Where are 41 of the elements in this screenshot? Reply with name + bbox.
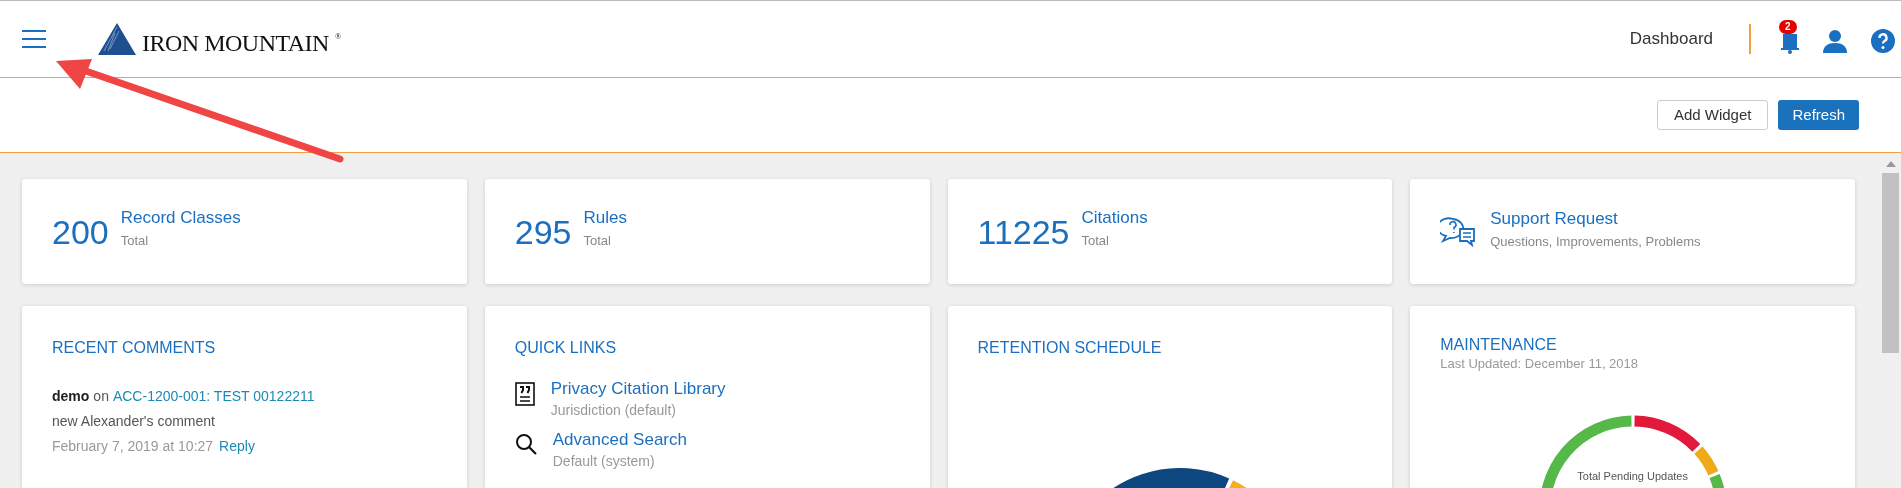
quote-document-icon	[514, 382, 535, 406]
quick-link[interactable]: Privacy Citation Library	[550, 378, 726, 400]
comment-connector: on	[93, 387, 109, 406]
quick-link-caption: Jurisdiction (default)	[550, 401, 678, 420]
quick-link[interactable]: Advanced Search	[552, 429, 687, 451]
stat-label: Record Classes	[120, 207, 241, 229]
stat-value: 11225	[977, 214, 1070, 249]
brand-name: IRON MOUNTAIN	[142, 31, 329, 55]
support-subtitle: Questions, Improvements, Problems	[1490, 232, 1701, 251]
stat-caption: Total	[583, 231, 612, 250]
comment-text: new Alexander's comment	[52, 412, 216, 431]
card-title: MAINTENANCE	[1440, 336, 1558, 354]
mountain-logo-icon	[98, 23, 136, 55]
stat-caption: Total	[1081, 231, 1110, 250]
support-title: Support Request	[1490, 208, 1619, 230]
stat-label: Citations	[1081, 207, 1148, 229]
add-widget-button[interactable]: Add Widget	[1656, 100, 1769, 130]
registered-mark: ®	[334, 31, 341, 43]
card-title: RETENTION SCHEDULE	[977, 338, 1163, 358]
reply-link[interactable]: Reply	[219, 436, 255, 457]
stat-value: 295	[514, 214, 572, 249]
support-card[interactable]: Support Request Questions, Improvements, Problems	[1410, 179, 1855, 284]
comment-author: demo	[52, 387, 90, 406]
menu-button[interactable]	[22, 30, 46, 48]
donut-center-label: Total Pending Updates	[1576, 468, 1689, 484]
dashboard-link[interactable]: Dashboard	[1629, 26, 1713, 52]
stat-value: 200	[52, 214, 109, 249]
refresh-button[interactable]: Refresh	[1778, 100, 1859, 130]
stat-label: Rules	[583, 207, 627, 229]
comment-date: February 7, 2019 at 10:27	[52, 437, 214, 456]
notification-count: 2	[1779, 20, 1797, 34]
card-title: RECENT COMMENTS	[52, 338, 217, 358]
quick-link-caption: Default (system)	[552, 452, 656, 471]
search-icon	[514, 433, 537, 455]
last-updated: Last Updated: December 11, 2018	[1440, 355, 1640, 373]
chat-bubbles-icon	[1440, 216, 1477, 247]
stat-caption: Total	[120, 231, 150, 250]
user-icon[interactable]	[1823, 29, 1847, 53]
card-title: QUICK LINKS	[514, 338, 618, 358]
help-icon[interactable]	[1871, 29, 1895, 53]
record-link[interactable]: ACC-1200-001: TEST 00122211	[112, 386, 315, 407]
